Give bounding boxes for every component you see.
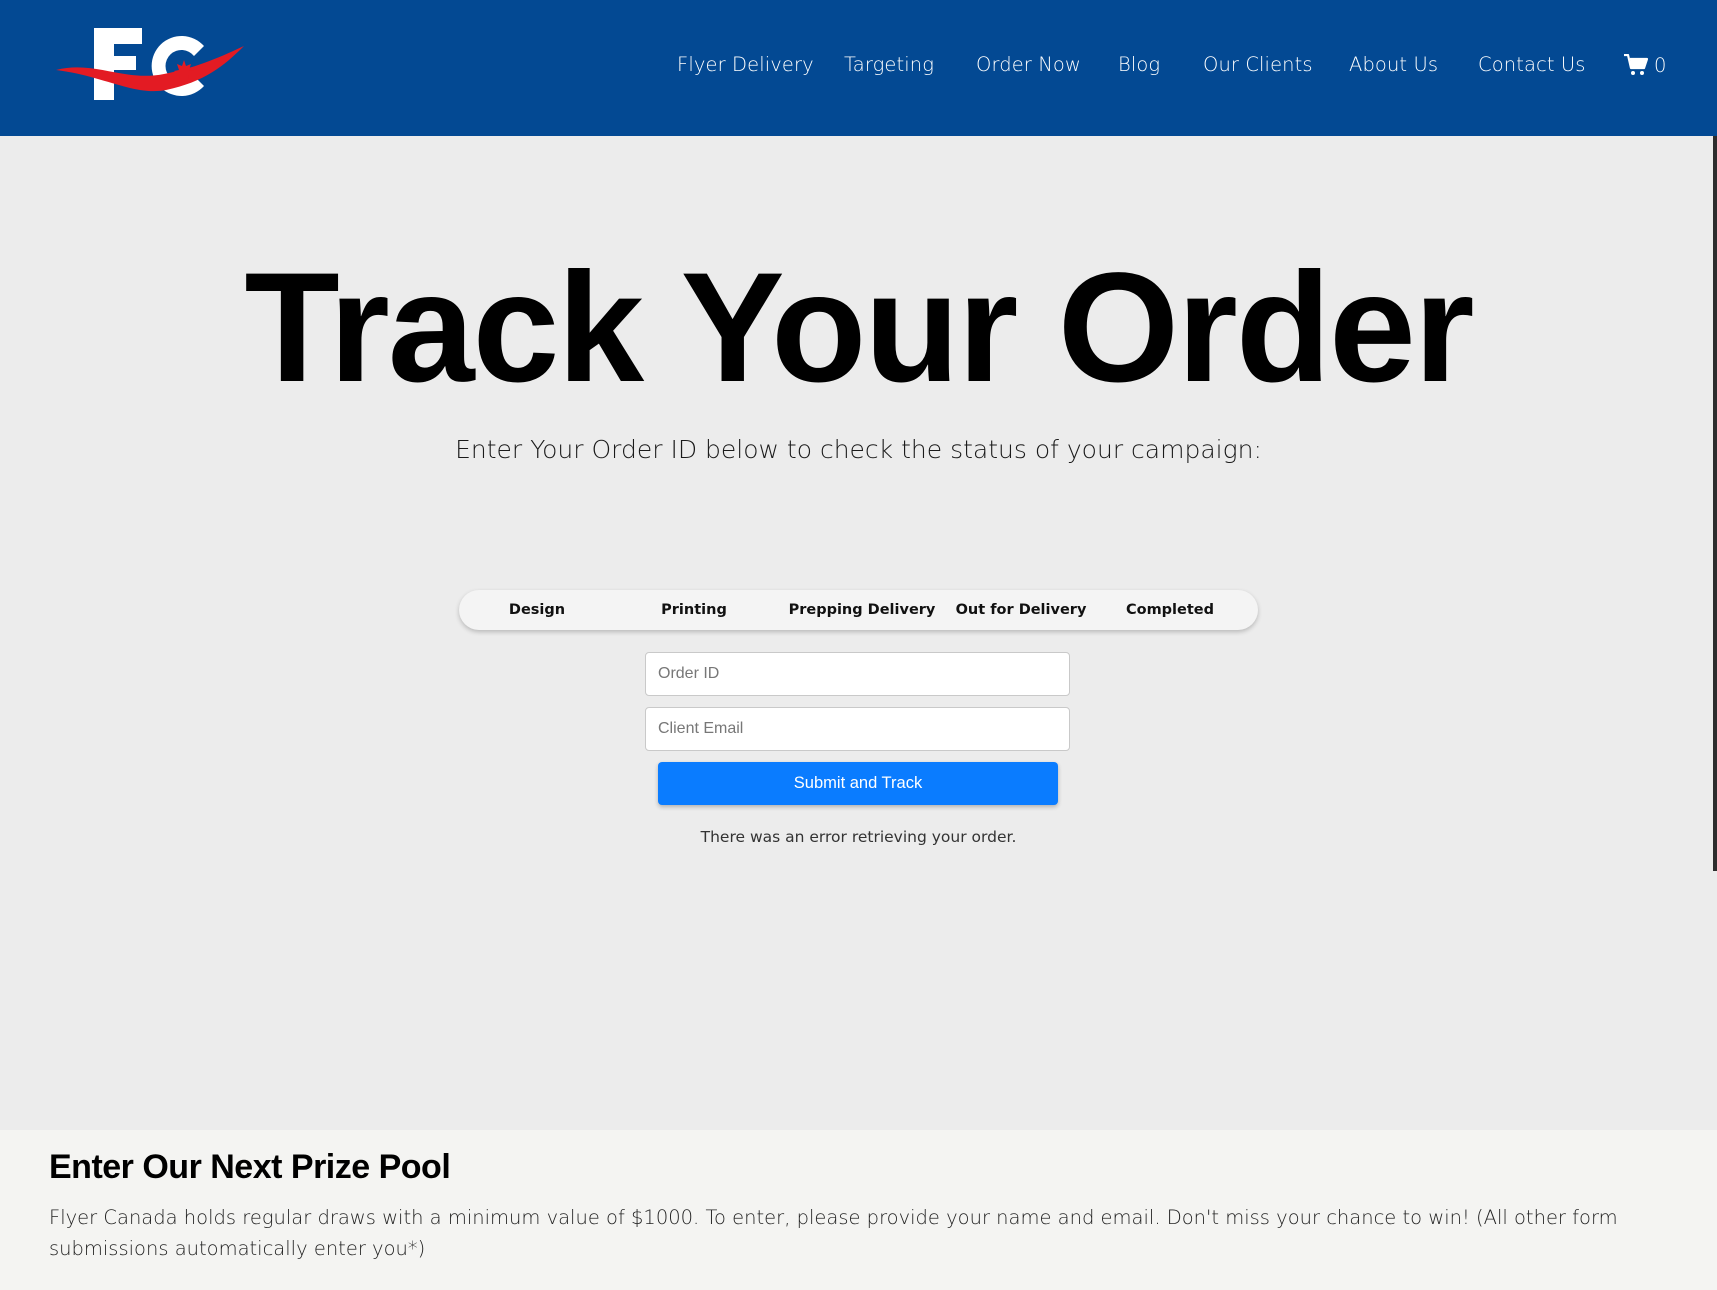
nav-contact-us[interactable]: Contact Us [1478, 50, 1586, 80]
nav-targeting[interactable]: Targeting [844, 50, 934, 80]
order-id-input[interactable] [645, 652, 1070, 696]
prize-pool-description: Flyer Canada holds regular draws with a … [49, 1206, 1618, 1260]
site-header: Flyer Delivery Targeting Order Now Blog … [0, 0, 1717, 136]
nav-order-now[interactable]: Order Now [976, 50, 1081, 80]
nav-our-clients[interactable]: Our Clients [1203, 50, 1313, 80]
cart-count: 0 [1654, 53, 1667, 77]
error-message: There was an error retrieving your order… [700, 828, 1017, 846]
step-design: Design [508, 602, 566, 618]
shopping-cart-icon [1624, 54, 1648, 75]
page-subtitle: Enter Your Order ID below to check the s… [455, 435, 1262, 464]
client-email-input[interactable] [645, 707, 1070, 751]
page-title: Track Your Order [244, 241, 1474, 415]
step-completed: Completed [1125, 602, 1215, 618]
nav-about-us[interactable]: About Us [1349, 50, 1438, 80]
submit-and-track-button[interactable]: Submit and Track [658, 762, 1058, 805]
step-printing: Printing [661, 602, 727, 618]
cart-button[interactable]: 0 [1624, 50, 1666, 80]
order-progress-bar: Design Printing Prepping Delivery Out fo… [459, 590, 1258, 630]
main-nav: Flyer Delivery Targeting Order Now Blog … [0, 50, 1717, 80]
nav-blog[interactable]: Blog [1118, 50, 1160, 80]
prize-pool-section: Enter Our Next Prize Pool Flyer Canada h… [0, 1130, 1717, 1290]
nav-flyer-delivery[interactable]: Flyer Delivery [677, 50, 814, 80]
step-out-for-delivery: Out for Delivery [955, 602, 1087, 618]
prize-pool-heading: Enter Our Next Prize Pool [49, 1148, 451, 1186]
step-prepping-delivery: Prepping Delivery [788, 602, 936, 618]
